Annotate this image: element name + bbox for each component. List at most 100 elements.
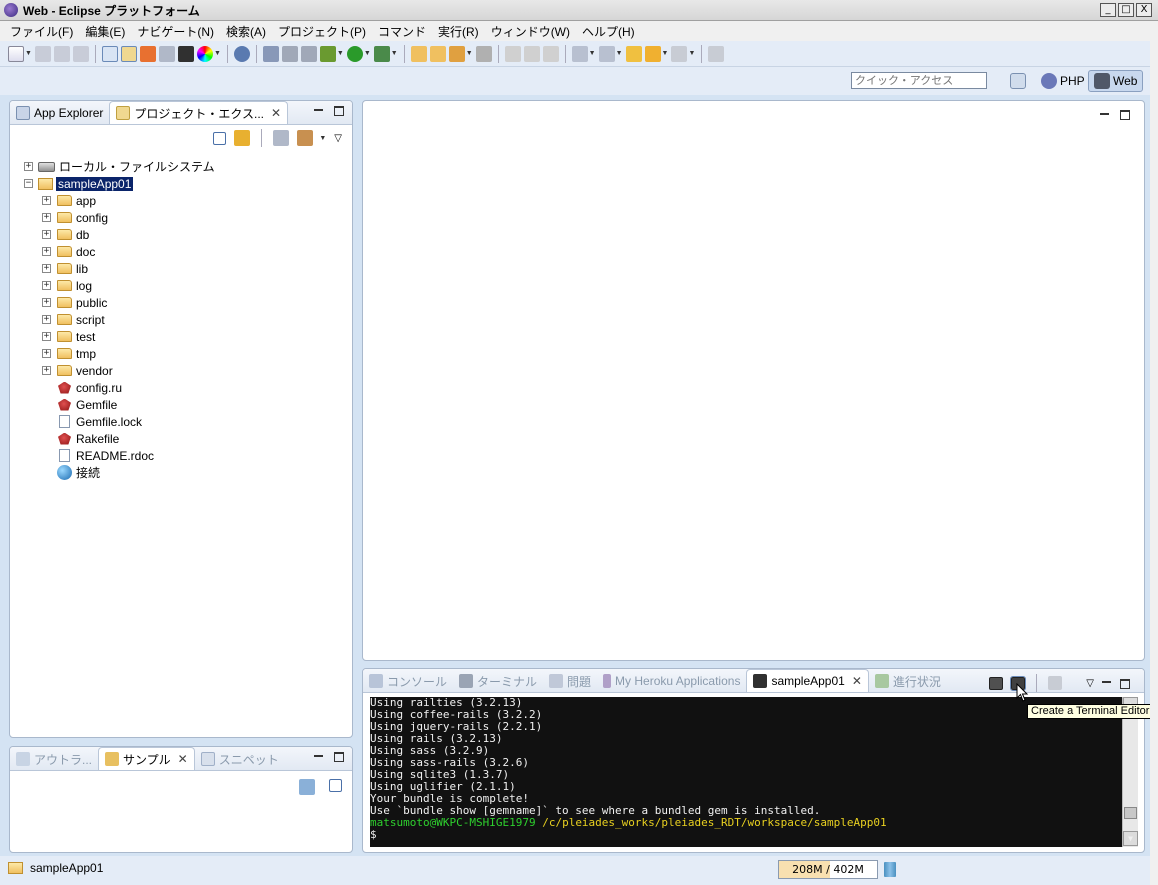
menu-navigate[interactable]: ナビゲート(N) — [131, 23, 220, 40]
expand-icon[interactable]: + — [42, 247, 51, 256]
expand-icon[interactable]: + — [42, 196, 51, 205]
trash-icon[interactable] — [884, 862, 896, 877]
collapse-all-icon[interactable] — [329, 779, 342, 792]
menu-help[interactable]: ヘルプ(H) — [576, 23, 641, 40]
new-icon[interactable] — [8, 45, 24, 62]
back-icon[interactable] — [644, 45, 661, 62]
tree-item-folder[interactable]: + script — [42, 311, 105, 328]
menu-run[interactable]: 実行(R) — [432, 23, 485, 40]
open-type-icon[interactable] — [475, 45, 492, 62]
expand-icon[interactable]: + — [42, 230, 51, 239]
link-icon[interactable] — [262, 45, 279, 62]
close-button[interactable]: X — [1136, 3, 1152, 17]
close-tab-icon[interactable]: ✕ — [178, 752, 188, 766]
next-annotation-icon[interactable] — [571, 45, 588, 62]
terminal-input-line[interactable]: $ — [370, 829, 1138, 841]
tree-item-file[interactable]: config.ru — [57, 379, 122, 396]
toggle-icon[interactable] — [523, 45, 540, 62]
tree-item-file[interactable]: Gemfile — [57, 396, 117, 413]
external-tools-dropdown-icon[interactable]: ▼ — [391, 50, 398, 57]
browser-icon[interactable] — [158, 45, 175, 62]
maximize-view-button[interactable] — [334, 106, 344, 116]
scroll-down-icon[interactable]: ▼ — [1123, 831, 1138, 846]
minimize-view-button[interactable] — [1100, 109, 1110, 121]
print-icon[interactable] — [72, 45, 89, 62]
app-explorer-icon[interactable] — [101, 45, 118, 62]
pen-dropdown-icon[interactable]: ▼ — [466, 50, 473, 57]
scroll-thumb[interactable] — [1124, 807, 1137, 819]
tree-item-local-fs[interactable]: + ローカル・ファイルシステム — [24, 158, 215, 175]
maximize-view-button[interactable] — [334, 752, 344, 762]
save-all-icon[interactable] — [53, 45, 70, 62]
maximize-view-button[interactable] — [1120, 678, 1130, 689]
expand-icon[interactable]: + — [24, 162, 33, 171]
tree-item-folder[interactable]: + lib — [42, 260, 88, 277]
save-icon[interactable] — [34, 45, 51, 62]
minimize-view-button[interactable] — [314, 105, 324, 117]
pin-icon[interactable] — [708, 45, 725, 62]
menu-project[interactable]: プロジェクト(P) — [272, 23, 372, 40]
paragraph-icon[interactable] — [542, 45, 559, 62]
tab-terminal[interactable]: ターミナル — [453, 670, 543, 692]
menu-file[interactable]: ファイル(F) — [4, 23, 79, 40]
terminal-scrollbar[interactable]: ▲ ▼ — [1122, 697, 1138, 847]
tree-item-folder[interactable]: + db — [42, 226, 89, 243]
tree-item-connection[interactable]: 接続 — [57, 464, 100, 481]
tree-item-folder[interactable]: + tmp — [42, 345, 96, 362]
debug-icon[interactable] — [319, 45, 336, 62]
tab-console[interactable]: コンソール — [363, 670, 453, 692]
color-icon[interactable] — [196, 45, 213, 62]
tab-project-explorer[interactable]: プロジェクト・エクス... ✕ — [109, 101, 289, 124]
terminal-icon[interactable] — [177, 45, 194, 62]
expand-icon[interactable]: + — [42, 332, 51, 341]
expand-icon[interactable]: + — [42, 213, 51, 222]
back-dropdown-icon[interactable]: ▼ — [662, 50, 669, 57]
maximize-view-button[interactable] — [1120, 110, 1130, 120]
color-dropdown-icon[interactable]: ▼ — [214, 50, 221, 57]
import-sample-icon[interactable] — [299, 779, 315, 795]
view-menu-icon[interactable]: ▽ — [334, 133, 342, 144]
tree-item-folder[interactable]: + log — [42, 277, 92, 294]
expand-icon[interactable]: + — [42, 349, 51, 358]
tab-progress[interactable]: 進行状況 — [869, 670, 947, 692]
tree-item-file[interactable]: Rakefile — [57, 430, 119, 447]
minimize-view-button[interactable] — [1102, 677, 1112, 689]
menu-edit[interactable]: 編集(E) — [79, 23, 131, 40]
tree-item-file[interactable]: README.rdoc — [57, 447, 154, 464]
close-tab-icon[interactable]: ✕ — [271, 106, 281, 120]
tab-terminal-session[interactable]: sampleApp01 ✕ — [746, 669, 869, 692]
perspective-php[interactable]: PHP — [1036, 70, 1090, 92]
tree-item-folder[interactable]: + app — [42, 192, 96, 209]
gear-icon[interactable] — [233, 45, 250, 62]
last-edit-icon[interactable] — [625, 45, 642, 62]
tree-item-folder[interactable]: + config — [42, 209, 108, 226]
project-explorer-icon[interactable] — [120, 45, 137, 62]
new-terminal-icon[interactable] — [989, 676, 1004, 690]
tab-heroku[interactable]: My Heroku Applications — [597, 670, 746, 692]
open-file-icon[interactable] — [429, 45, 446, 62]
open-perspective-button[interactable] — [1005, 70, 1031, 92]
tree-item-file[interactable]: Gemfile.lock — [57, 413, 142, 430]
tab-problems[interactable]: 問題 — [543, 670, 597, 692]
close-tab-icon[interactable]: ✕ — [852, 674, 862, 688]
run-dropdown-icon[interactable]: ▼ — [364, 50, 371, 57]
filter-icon[interactable] — [273, 130, 290, 146]
sync-icon[interactable] — [300, 45, 317, 62]
view-menu-icon[interactable]: ▽ — [1086, 678, 1094, 689]
menu-command[interactable]: コマンド — [372, 23, 432, 40]
tree-item-project[interactable]: − sampleApp01 — [24, 175, 134, 192]
edit-icon[interactable] — [504, 45, 521, 62]
menu-window[interactable]: ウィンドウ(W) — [485, 23, 576, 40]
package-icon[interactable] — [297, 130, 314, 146]
menu-search[interactable]: 検索(A) — [220, 23, 272, 40]
heap-status[interactable]: 208M / 402M — [778, 860, 878, 879]
deploy-icon[interactable] — [281, 45, 298, 62]
forward-dropdown-icon[interactable]: ▼ — [688, 50, 695, 57]
terminal-output[interactable]: Using railties (3.2.13) Using coffee-rai… — [370, 697, 1138, 847]
minimize-view-button[interactable] — [314, 751, 324, 763]
perspective-web[interactable]: Web — [1088, 70, 1144, 92]
collapse-all-icon[interactable] — [213, 131, 227, 145]
tab-outline[interactable]: アウトラ... — [10, 748, 98, 770]
disconnect-icon[interactable] — [1048, 676, 1063, 690]
expand-icon[interactable]: + — [42, 366, 51, 375]
